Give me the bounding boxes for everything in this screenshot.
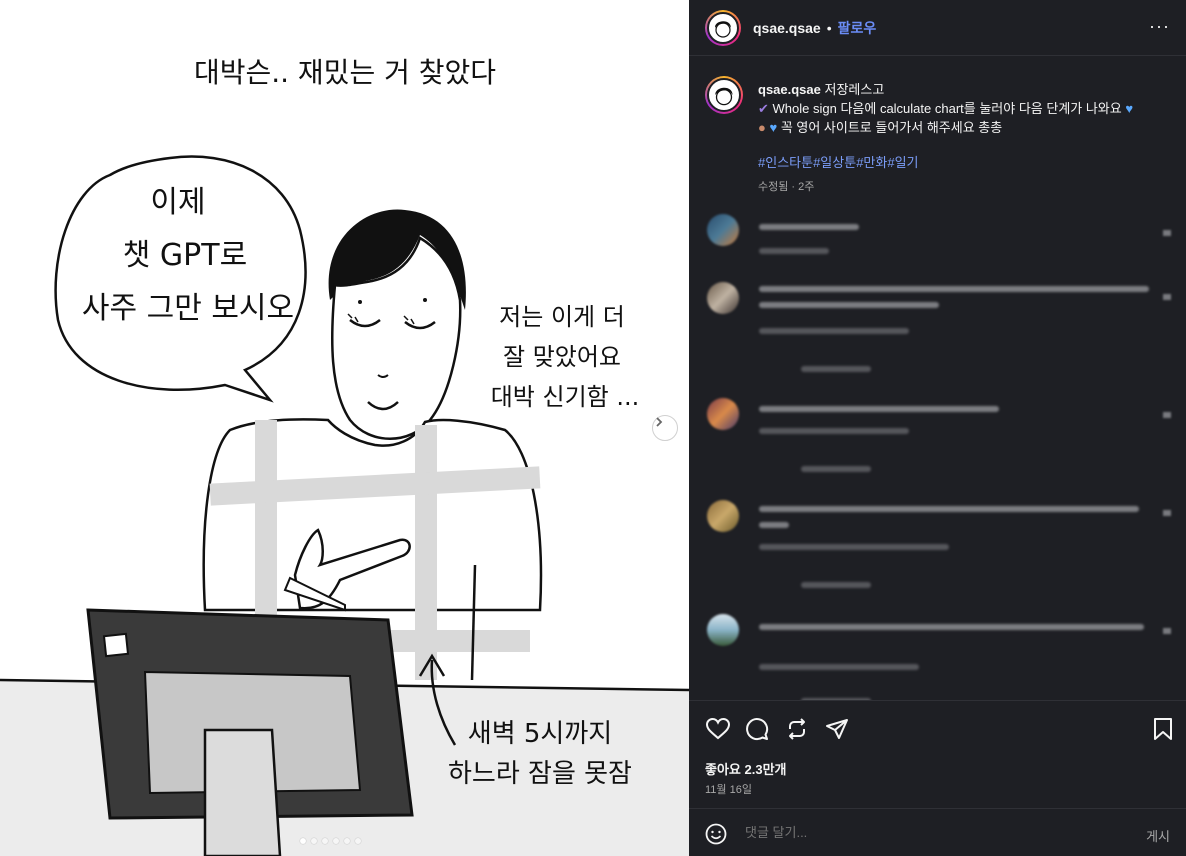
shirt: [202, 418, 543, 612]
comic-image: 대박슨.. 재밌는 거 찾았다 이제 챗 GPT로 사주 그만 보시오 저는 이…: [0, 0, 689, 856]
comic-title: 대박슨.. 재밌는 거 찾았다: [194, 56, 496, 89]
carousel-dot[interactable]: [355, 838, 361, 844]
like-comment-icon[interactable]: [1163, 628, 1171, 634]
commenter-avatar[interactable]: [707, 398, 739, 430]
post-header: qsae.qsae • 팔로우 ···: [689, 0, 1186, 56]
hashtag-link[interactable]: #일기: [887, 155, 918, 170]
post-actions: 좋아요 2.3만개 11월 16일: [689, 700, 1186, 806]
like-comment-icon[interactable]: [1163, 294, 1171, 300]
comment-input[interactable]: [745, 825, 1125, 840]
bottom-text-line-1: 새벽 5시까지: [468, 719, 612, 749]
hashtag-link[interactable]: #만화: [856, 155, 887, 170]
comment-item: [705, 496, 1175, 606]
bubble-line-3: 사주 그만 보시오: [82, 291, 294, 326]
hashtag-link[interactable]: #인스타툰: [758, 155, 813, 170]
post-side-panel: qsae.qsae • 팔로우 ··· qsae.qsae 저장레스고 ✔ Wh…: [689, 0, 1186, 856]
header-username[interactable]: qsae.qsae: [753, 20, 821, 36]
hashtag-link[interactable]: #일상툰: [813, 155, 856, 170]
carousel-dot[interactable]: [333, 838, 339, 844]
like-comment-icon[interactable]: [1163, 510, 1171, 516]
bookmark-icon[interactable]: [1153, 717, 1173, 741]
repost-icon[interactable]: [785, 717, 809, 741]
caption-text: qsae.qsae 저장레스고 ✔ Whole sign 다음에 calcula…: [758, 80, 1168, 137]
commenter-avatar[interactable]: [707, 614, 739, 646]
carousel-dot[interactable]: [311, 838, 317, 844]
chevron-right-icon: [656, 417, 663, 427]
comment-icon[interactable]: [745, 717, 769, 741]
header-separator: •: [826, 19, 832, 36]
next-slide-button[interactable]: [652, 415, 678, 441]
carousel-dot[interactable]: [300, 838, 306, 844]
comment-item: [705, 610, 1175, 700]
emoji-icon[interactable]: [705, 823, 727, 845]
right-text-line-1: 저는 이게 더: [499, 303, 625, 331]
post-comment-button[interactable]: 게시: [1146, 826, 1170, 845]
profile-face-icon: [715, 87, 733, 106]
follow-button[interactable]: 팔로우: [838, 18, 877, 38]
edited-timestamp: 수정됨 · 2주: [758, 181, 815, 193]
right-text-line-2: 잘 맞았어요: [503, 343, 621, 371]
comment-item: [705, 212, 1175, 262]
emoji-icon: ●: [758, 120, 766, 135]
check-icon: ✔: [758, 101, 769, 116]
bubble-line-1: 이제: [150, 185, 205, 220]
commenter-avatar[interactable]: [707, 214, 739, 246]
bubble-line-2: 챗 GPT로: [123, 238, 247, 273]
commenter-avatar[interactable]: [707, 500, 739, 532]
more-options-icon[interactable]: ···: [1149, 16, 1170, 37]
hashtags: #인스타툰#일상툰#만화#일기: [758, 152, 919, 171]
commenter-avatar[interactable]: [707, 282, 739, 314]
heart-icon[interactable]: [705, 717, 731, 741]
monitor-stand: [203, 728, 282, 856]
carousel-dot[interactable]: [322, 838, 328, 844]
carousel-dot[interactable]: [344, 838, 350, 844]
like-comment-icon[interactable]: [1163, 230, 1171, 236]
share-icon[interactable]: [825, 717, 849, 741]
caption-line-2: 꼭 영어 사이트로 들어가서 해주세요 총총: [780, 120, 1003, 135]
add-comment-bar: 게시: [689, 808, 1186, 856]
right-text-line-3: 대박 신기함 ...: [491, 383, 640, 411]
caption-avatar[interactable]: [705, 76, 743, 114]
caption-title: 저장레스고: [824, 82, 885, 97]
bottom-text-line-2: 하느라 잠을 못잠: [448, 759, 632, 789]
post-date: 11월 16일: [705, 784, 752, 796]
comments-list: [705, 206, 1175, 700]
comment-item: [705, 274, 1175, 394]
avatar[interactable]: [705, 9, 741, 46]
carousel-dots: [300, 838, 361, 844]
profile-face-icon: [714, 20, 731, 38]
comment-item: [705, 392, 1175, 502]
like-comment-icon[interactable]: [1163, 412, 1171, 418]
caption-username[interactable]: qsae.qsae: [758, 82, 821, 97]
comic-illustration: 대박슨.. 재밌는 거 찾았다 이제 챗 GPT로 사주 그만 보시오 저는 이…: [0, 56, 689, 856]
likes-count[interactable]: 좋아요 2.3만개: [705, 759, 786, 778]
blue-heart-icon: ♥: [769, 120, 778, 135]
blue-heart-icon: ♥: [1125, 101, 1134, 116]
caption-line-1: Whole sign 다음에 calculate chart를 눌러야 다음 단…: [772, 101, 1122, 116]
